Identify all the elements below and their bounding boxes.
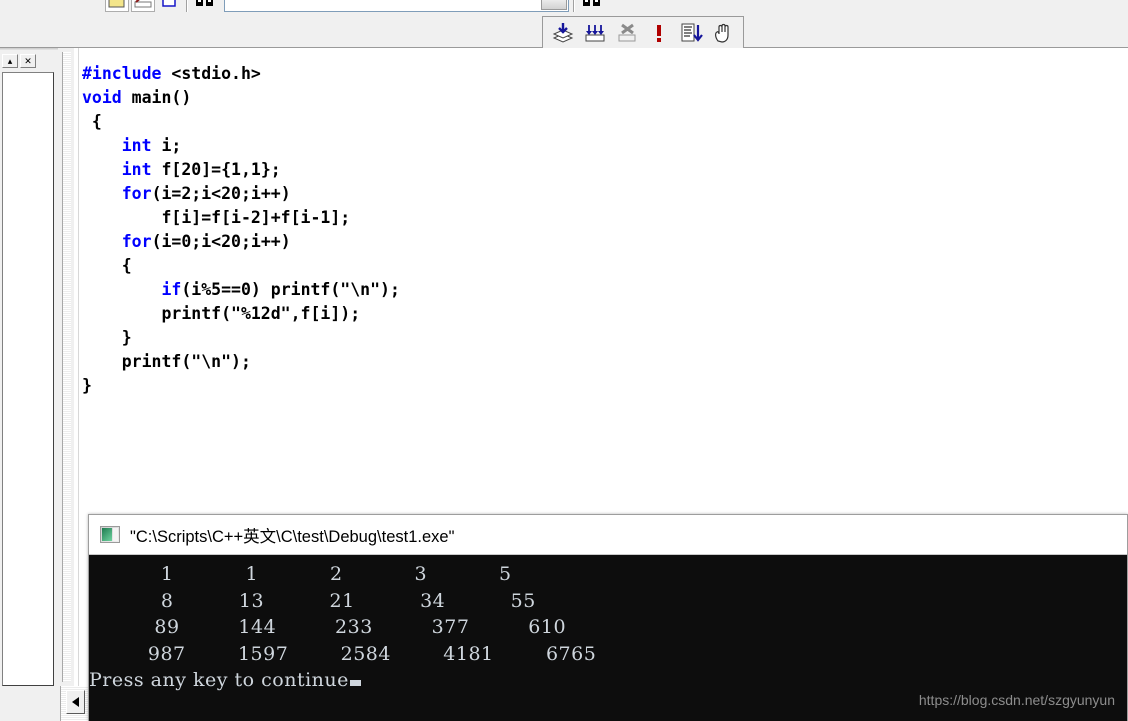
code-token: (i%5==0) printf("\n"); bbox=[181, 280, 400, 299]
execute-program-button[interactable] bbox=[644, 19, 674, 47]
editor-horizontal-scrollbar[interactable] bbox=[60, 686, 90, 721]
debug-toolbar bbox=[542, 16, 744, 49]
code-token: i; bbox=[151, 136, 182, 155]
code-line: } bbox=[82, 326, 400, 350]
code-keyword: int bbox=[121, 160, 152, 179]
build-icon bbox=[585, 25, 605, 42]
code-line: } bbox=[82, 374, 400, 398]
toolbar-separator bbox=[186, 0, 188, 12]
code-line: for(i=0;i<20;i++) bbox=[82, 230, 400, 254]
code-keyword: #include bbox=[82, 64, 162, 83]
save-file-icon bbox=[134, 0, 152, 8]
compile-button[interactable] bbox=[548, 19, 578, 47]
workspace-panel-footer bbox=[0, 692, 58, 721]
code-token: { bbox=[82, 256, 132, 275]
workspace-caption: ▴ ✕ bbox=[0, 52, 58, 70]
go-button[interactable] bbox=[676, 19, 706, 47]
console-output-row: 1 1 2 3 5 bbox=[89, 563, 512, 585]
open-file-icon bbox=[108, 0, 125, 8]
console-output-row: 987 1597 2584 4181 6765 bbox=[89, 642, 597, 665]
console-prompt-text: Press any key to continue bbox=[89, 669, 349, 691]
code-keyword: void bbox=[82, 88, 122, 107]
code-line: printf("\n"); bbox=[82, 350, 400, 374]
code-line: int f[20]={1,1}; bbox=[82, 158, 400, 182]
code-token: { bbox=[82, 112, 102, 131]
editor-splitter[interactable] bbox=[58, 48, 74, 721]
search-input[interactable] bbox=[228, 0, 542, 11]
code-token: <stdio.h> bbox=[161, 64, 261, 83]
code-token: printf("\n"); bbox=[82, 352, 251, 371]
workspace-panel: ▴ ✕ bbox=[0, 52, 58, 692]
code-token: } bbox=[82, 376, 92, 395]
toolbar-separator-2 bbox=[573, 0, 575, 12]
find-in-files-button[interactable] bbox=[580, 0, 604, 12]
code-token: f[20]={1,1}; bbox=[151, 160, 281, 179]
search-combo-dropdown-button[interactable] bbox=[541, 0, 567, 10]
code-keyword: for bbox=[121, 184, 152, 203]
binoculars-2-icon bbox=[583, 0, 600, 6]
insert-remove-breakpoint-button[interactable] bbox=[708, 19, 738, 47]
code-text[interactable]: #include <stdio.h> void main() { int i; i… bbox=[82, 62, 400, 398]
console-output-row: 8 13 21 34 55 bbox=[89, 589, 536, 612]
watermark-text: https://blog.csdn.net/szgyunyun bbox=[918, 692, 1115, 708]
code-line: int i; bbox=[82, 134, 400, 158]
code-token: (i=0;i<20;i++) bbox=[151, 232, 291, 251]
console-window[interactable]: "C:\Scripts\C++英文\C\test\Debug\test1.exe… bbox=[88, 514, 1128, 721]
vc6-ide-window: ▴ ✕ #include <stdio.h> void main() { int … bbox=[0, 0, 1128, 721]
go-run-icon bbox=[681, 23, 703, 42]
exclamation-icon bbox=[657, 25, 661, 42]
code-line: f[i]=f[i-2]+f[i-1]; bbox=[82, 206, 400, 230]
save-file-button[interactable] bbox=[131, 0, 155, 12]
console-output-text: 1 1 2 3 5 8 13 21 34 55 89 144 233 377 6… bbox=[89, 561, 596, 694]
new-window-button[interactable] bbox=[157, 0, 181, 12]
code-token: f[i]=f[i-2]+f[i-1]; bbox=[82, 208, 351, 227]
console-title-text: "C:\Scripts\C++英文\C\test\Debug\test1.exe… bbox=[130, 527, 455, 546]
code-line: { bbox=[82, 254, 400, 278]
console-cursor bbox=[349, 680, 361, 686]
code-token: (i=2;i<20;i++) bbox=[151, 184, 291, 203]
editor-splitter-grip bbox=[62, 52, 71, 682]
console-output-row: 89 144 233 377 610 bbox=[89, 616, 567, 638]
toolbar-band bbox=[0, 0, 1128, 50]
code-token: printf("%12d",f[i]); bbox=[82, 304, 361, 323]
hand-icon bbox=[715, 23, 729, 43]
code-keyword: if bbox=[161, 280, 182, 299]
open-file-button[interactable] bbox=[105, 0, 129, 12]
workspace-minimize-button[interactable]: ▴ bbox=[2, 54, 18, 68]
code-line: void main() bbox=[82, 86, 400, 110]
code-line: for(i=2;i<20;i++) bbox=[82, 182, 400, 206]
triangle-left-icon bbox=[72, 697, 79, 707]
code-line: #include <stdio.h> bbox=[82, 62, 400, 86]
console-output-area[interactable]: 1 1 2 3 5 8 13 21 34 55 89 144 233 377 6… bbox=[89, 555, 1127, 721]
compile-icon bbox=[552, 23, 574, 43]
workspace-tree[interactable] bbox=[2, 72, 54, 686]
code-line: { bbox=[82, 110, 400, 134]
code-line: printf("%12d",f[i]); bbox=[82, 302, 400, 326]
stop-build-button[interactable] bbox=[612, 19, 642, 47]
binoculars-icon bbox=[196, 0, 213, 6]
build-button[interactable] bbox=[580, 19, 610, 47]
stop-build-icon bbox=[618, 23, 636, 42]
code-keyword: int bbox=[121, 136, 152, 155]
binoculars-find-button[interactable] bbox=[193, 0, 217, 12]
new-window-icon bbox=[162, 0, 176, 7]
code-token: } bbox=[82, 328, 132, 347]
console-title-bar[interactable]: "C:\Scripts\C++英文\C\test\Debug\test1.exe… bbox=[89, 515, 1127, 555]
console-app-icon bbox=[100, 526, 120, 543]
workspace-close-button[interactable]: ✕ bbox=[20, 54, 36, 68]
code-keyword: for bbox=[121, 232, 152, 251]
console-prompt-row: Press any key to continue bbox=[89, 667, 596, 694]
scroll-left-button[interactable] bbox=[66, 690, 85, 714]
toolbar-primary-row bbox=[104, 0, 605, 12]
code-line: if(i%5==0) printf("\n"); bbox=[82, 278, 400, 302]
search-combo[interactable] bbox=[224, 0, 569, 12]
code-token: main() bbox=[121, 88, 192, 107]
editor-selection-margin[interactable] bbox=[74, 48, 79, 721]
